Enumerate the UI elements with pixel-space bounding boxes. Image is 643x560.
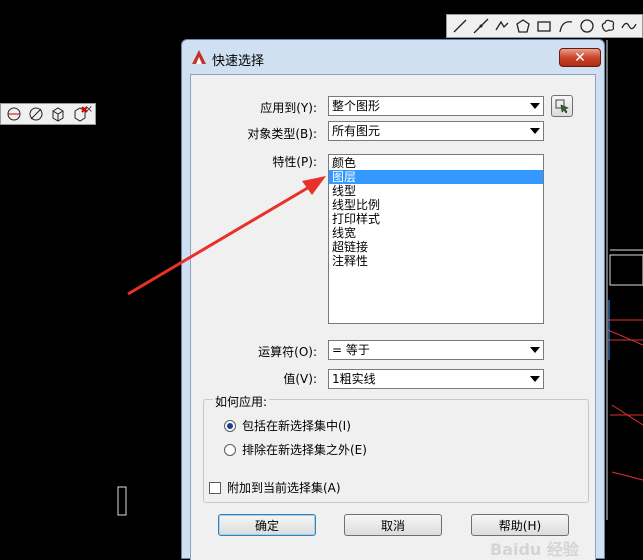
- list-item[interactable]: 超链接: [329, 240, 543, 254]
- dialog-body: 应用到(Y): 整个图形 对象类型(B): 所有图元 特性(P): 颜色 图层 …: [190, 74, 596, 560]
- exclude-label: 排除在新选择集之外(E): [242, 443, 367, 457]
- radio-dot: [224, 443, 236, 456]
- chevron-down-icon: [526, 122, 543, 140]
- list-item[interactable]: 线型比例: [329, 198, 543, 212]
- include-label: 包括在新选择集中(I): [242, 419, 351, 433]
- object-type-value: 所有图元: [332, 124, 381, 138]
- cancel-label: 取消: [380, 518, 405, 533]
- value-label: 值(V):: [283, 372, 317, 386]
- dialog-title: 快速选择: [212, 54, 265, 69]
- close-icon: ✕: [574, 49, 586, 66]
- list-item[interactable]: 打印样式: [329, 212, 543, 226]
- list-item[interactable]: 颜色: [329, 156, 543, 170]
- value-select[interactable]: 1粗实线: [328, 369, 544, 389]
- close-button[interactable]: ✕: [559, 48, 601, 67]
- construction-line-icon[interactable]: [472, 17, 489, 35]
- toolbar-close-icon[interactable]: ×: [85, 104, 93, 115]
- include-radio[interactable]: 包括在新选择集中(I): [224, 417, 351, 434]
- list-item[interactable]: 注释性: [329, 254, 543, 268]
- chevron-down-icon: [526, 370, 543, 388]
- operator-select[interactable]: = 等于: [328, 340, 544, 360]
- select-objects-button[interactable]: [551, 95, 573, 117]
- revision-cloud-icon[interactable]: [600, 17, 617, 35]
- list-item[interactable]: 线宽: [329, 226, 543, 240]
- sphere-icon[interactable]: [5, 105, 23, 123]
- help-button[interactable]: 帮助(H): [471, 514, 569, 536]
- ok-button[interactable]: 确定: [218, 514, 316, 536]
- object-type-label: 对象类型(B):: [247, 127, 317, 141]
- quick-select-dialog: 快速选择 ✕ 应用到(Y): 整个图形 对象类型(B): 所有图元 特性(P):…: [181, 39, 605, 560]
- append-checkbox[interactable]: 附加到当前选择集(A): [209, 479, 341, 496]
- append-label: 附加到当前选择集(A): [227, 481, 341, 495]
- rectangle-icon[interactable]: [536, 17, 553, 35]
- autocad-logo-icon: [192, 50, 206, 64]
- circle-icon[interactable]: [578, 17, 595, 35]
- list-item-selected[interactable]: 图层: [329, 170, 543, 184]
- value-value: 1粗实线: [332, 372, 376, 386]
- box-icon[interactable]: [49, 105, 67, 123]
- apply-to-select[interactable]: 整个图形: [328, 96, 544, 116]
- properties-list[interactable]: 颜色 图层 线型 线型比例 打印样式 线宽 超链接 注释性: [328, 154, 544, 324]
- orbit-icon[interactable]: [27, 105, 45, 123]
- properties-label: 特性(P):: [272, 155, 317, 169]
- radio-dot: [224, 419, 236, 432]
- operator-value: = 等于: [332, 343, 370, 357]
- chevron-down-icon: [526, 97, 543, 115]
- title-bar[interactable]: 快速选择 ✕: [182, 40, 604, 74]
- apply-to-value: 整个图形: [332, 99, 381, 113]
- object-type-select[interactable]: 所有图元: [328, 121, 544, 141]
- arc-icon[interactable]: [557, 17, 574, 35]
- exclude-radio[interactable]: 排除在新选择集之外(E): [224, 441, 367, 458]
- polygon-icon[interactable]: [515, 17, 532, 35]
- how-to-apply-title: 如何应用:: [213, 393, 270, 410]
- ok-label: 确定: [254, 518, 279, 533]
- line-icon[interactable]: [451, 17, 468, 35]
- view-toolbar: ×: [0, 103, 96, 125]
- apply-to-label: 应用到(Y):: [260, 101, 317, 115]
- spline-icon[interactable]: [621, 17, 638, 35]
- chevron-down-icon: [526, 341, 543, 359]
- list-item[interactable]: 线型: [329, 184, 543, 198]
- polyline-icon[interactable]: [493, 17, 510, 35]
- checkbox-box: [209, 481, 221, 494]
- operator-label: 运算符(O):: [258, 345, 317, 359]
- help-label: 帮助(H): [498, 518, 542, 533]
- cancel-button[interactable]: 取消: [344, 514, 442, 536]
- watermark: Baidu 经验: [490, 540, 579, 559]
- draw-toolbar: [446, 14, 643, 38]
- pick-cursor-icon: [555, 99, 569, 113]
